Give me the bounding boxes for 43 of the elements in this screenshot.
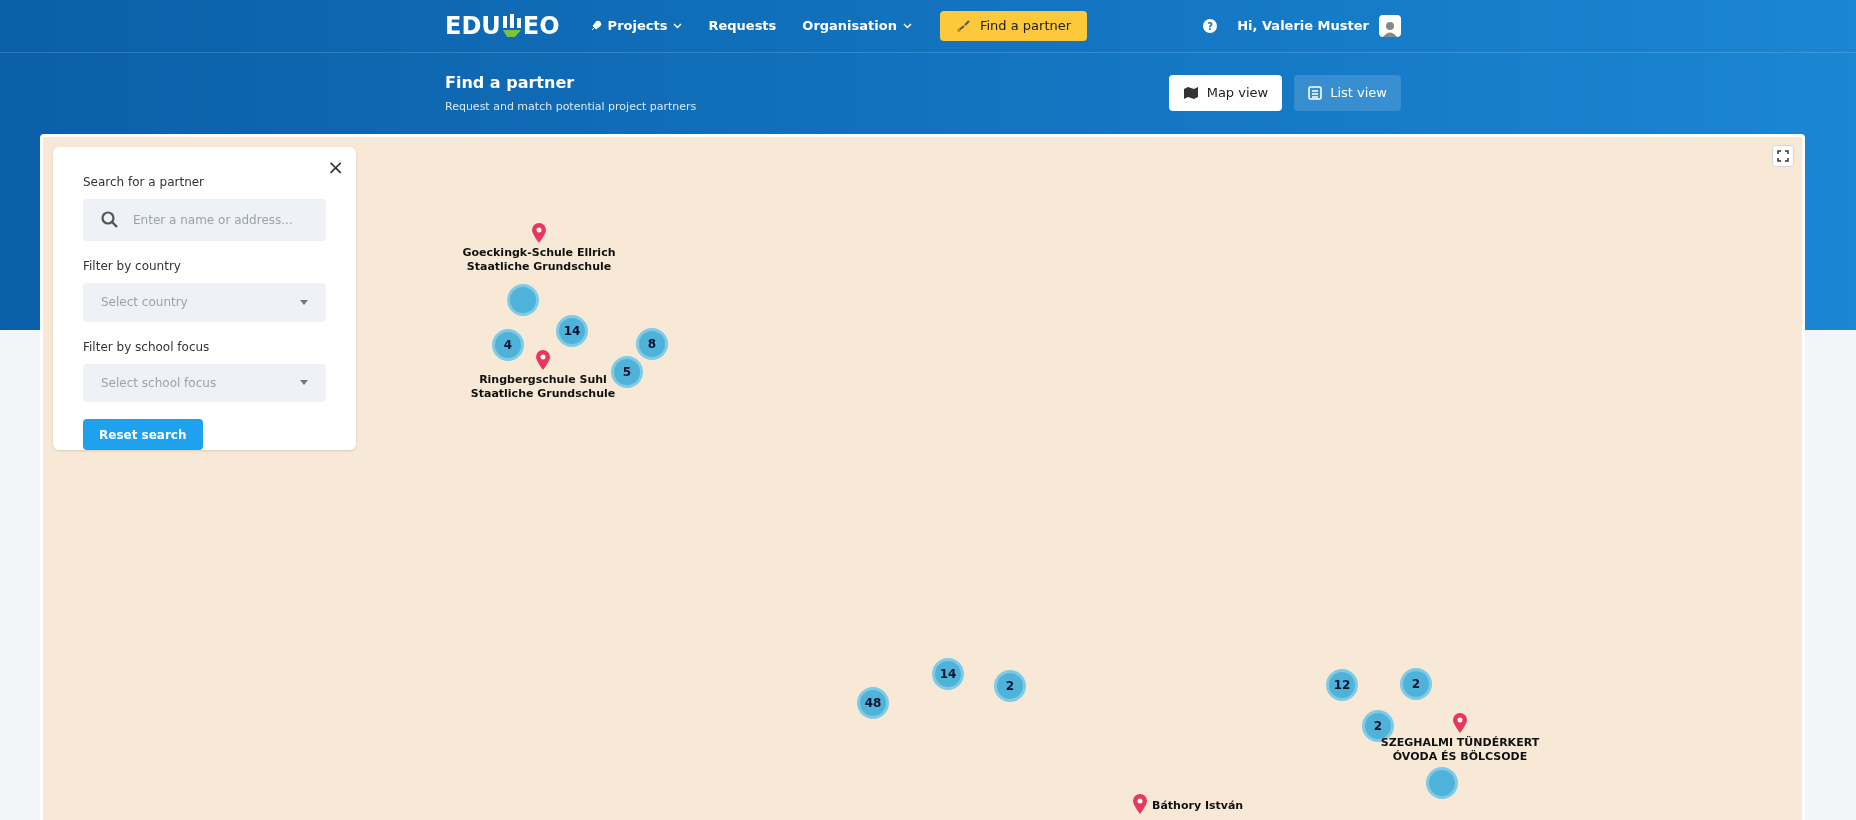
- map-pin-icon[interactable]: [536, 350, 550, 370]
- find-partner-button[interactable]: Find a partner: [939, 11, 1088, 41]
- field-label: Search for a partner: [83, 174, 206, 191]
- cluster-marker[interactable]: 2: [994, 670, 1026, 702]
- logo-icon: [500, 14, 523, 38]
- nav-link[interactable]: Requests: [708, 16, 777, 36]
- map-pin-icon[interactable]: [532, 223, 546, 243]
- cluster-marker[interactable]: 14: [932, 658, 964, 690]
- expand-icon: [1777, 150, 1789, 162]
- map-icon: [1182, 86, 1199, 100]
- school-label: Goeckingk-Schule Ellrich Staatliche Grundschule: [461, 246, 617, 274]
- search-field[interactable]: Enter a name or address...: [83, 199, 326, 241]
- cluster-marker[interactable]: 12: [1326, 669, 1358, 701]
- map-pin-icon[interactable]: [1133, 794, 1147, 814]
- rocket-icon: [589, 20, 602, 32]
- avatar-icon[interactable]: [1379, 15, 1401, 37]
- nav-link[interactable]: Projects: [589, 16, 683, 36]
- page-subtitle: Request and match potential project partners: [445, 98, 697, 115]
- view-tab[interactable]: Map view: [1168, 75, 1283, 111]
- arrows-icon: [955, 19, 972, 33]
- cluster-marker[interactable]: 8: [636, 328, 668, 360]
- logo[interactable]: EDU EO: [445, 8, 560, 44]
- cluster-marker[interactable]: [507, 284, 539, 316]
- nav-link[interactable]: Organisation: [802, 16, 912, 36]
- close-button[interactable]: ×: [327, 157, 344, 177]
- page-title: Find a partner: [445, 71, 576, 94]
- list-icon: [1308, 86, 1323, 100]
- view-tab[interactable]: List view: [1294, 75, 1401, 111]
- caret-icon: [300, 299, 308, 305]
- cluster-marker[interactable]: 5: [611, 356, 643, 388]
- cluster-marker[interactable]: [1426, 767, 1458, 799]
- cluster-marker[interactable]: 48: [857, 687, 889, 719]
- fullscreen-button[interactable]: [1772, 145, 1794, 167]
- map-pin-icon[interactable]: [1453, 713, 1467, 733]
- cluster-marker[interactable]: 14: [556, 315, 588, 347]
- cluster-marker[interactable]: 2: [1400, 668, 1432, 700]
- field-label: Filter by country: [83, 258, 182, 275]
- school-label: Báthory István: [1152, 798, 1244, 814]
- search-icon: [101, 211, 119, 229]
- user-greeting[interactable]: Hi, Valerie Muster: [1237, 16, 1369, 36]
- field-label: Filter by school focus: [83, 338, 211, 356]
- caret-icon: [300, 380, 308, 386]
- cluster-marker[interactable]: 4: [492, 329, 524, 361]
